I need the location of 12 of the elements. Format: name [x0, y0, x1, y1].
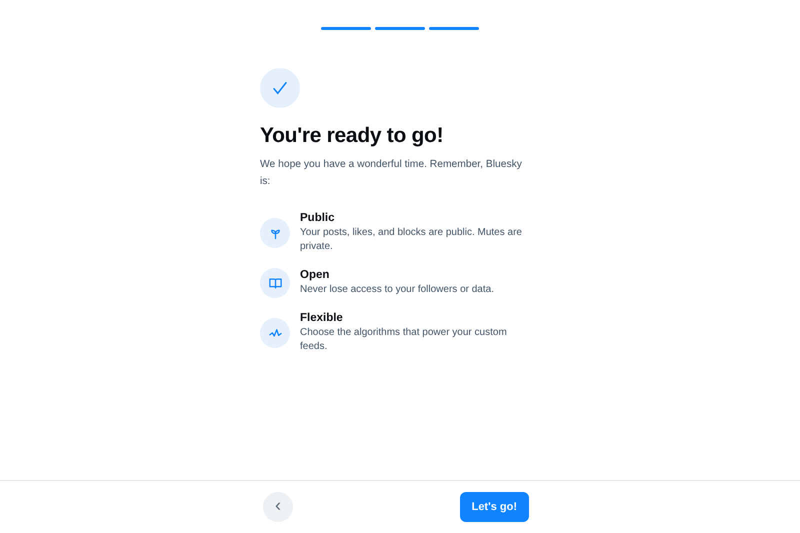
heading: You're ready to go! [260, 124, 444, 148]
feature-title: Open [300, 269, 330, 281]
check-icon [271, 79, 289, 97]
feature-description: Never lose access to your followers or data. [300, 283, 494, 297]
feature-description: Your posts, likes, and blocks are public. Mutes are private. [300, 226, 523, 254]
back-button[interactable]: ‹ [263, 492, 293, 522]
feature-title: Flexible [300, 312, 344, 324]
feature-title: Public [300, 212, 336, 224]
book-icon [268, 276, 282, 290]
feature-description: Choose the algorithms that power your custom feeds. [300, 326, 508, 354]
next-button[interactable]: Let's go! [460, 492, 529, 522]
subtitle: We hope you have a wonderful time. Remember, Bluesky is: [260, 158, 522, 189]
